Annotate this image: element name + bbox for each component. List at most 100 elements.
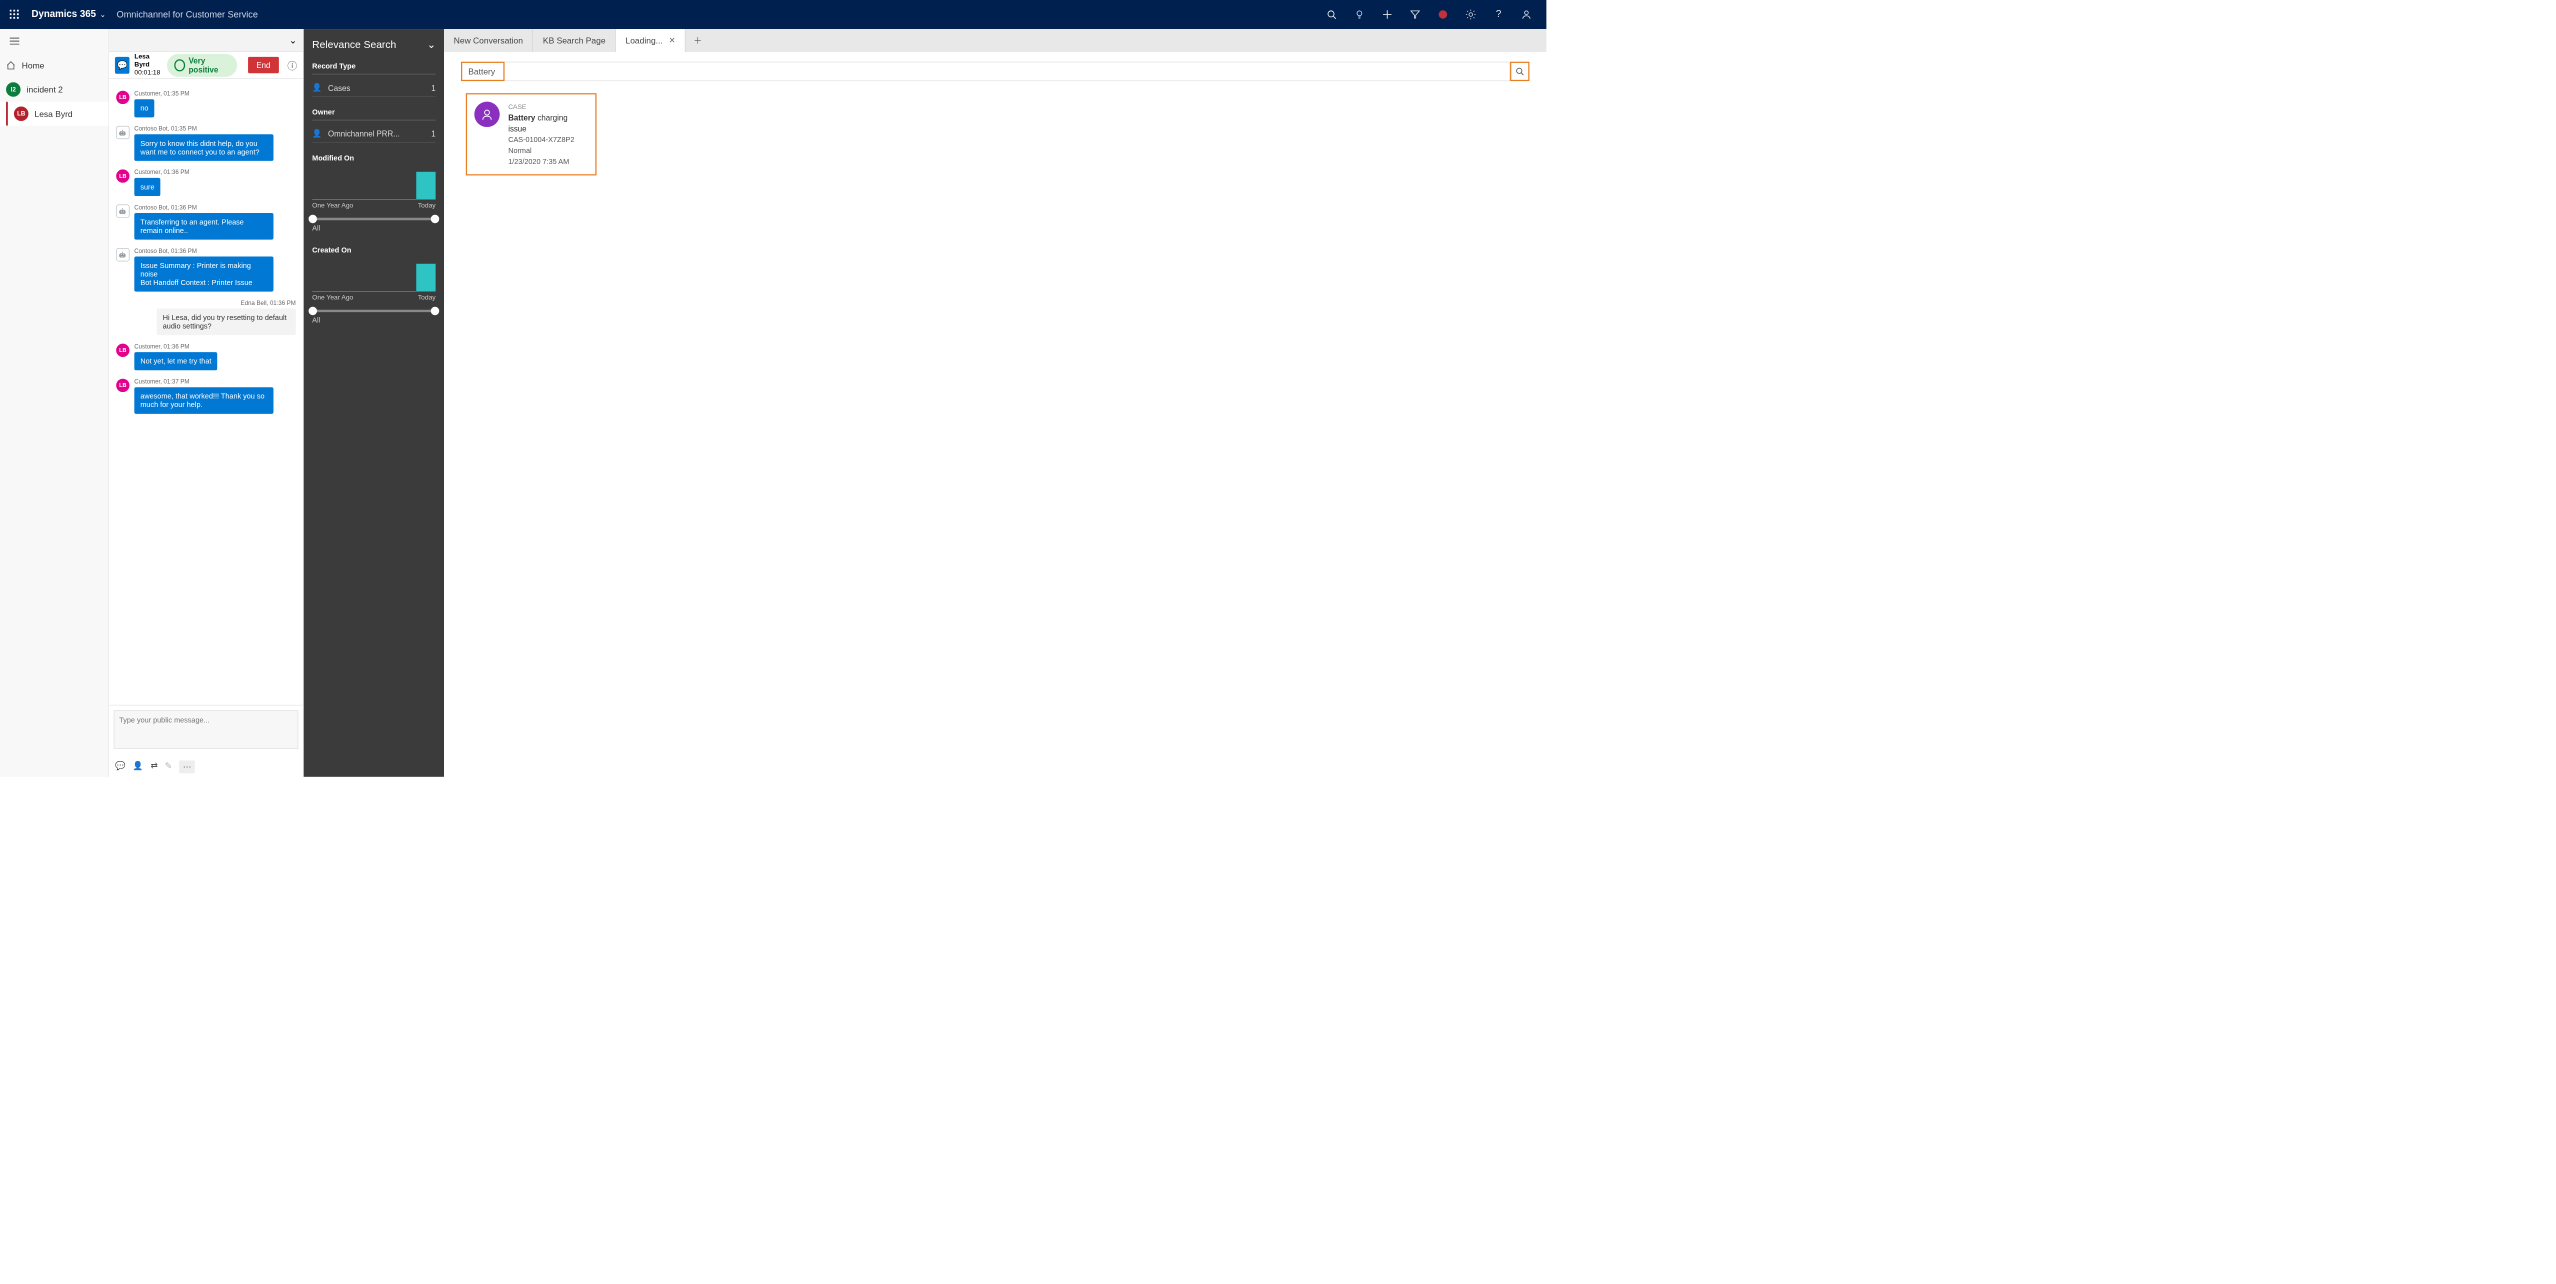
msg-meta: Customer, 01:37 PM: [134, 379, 273, 386]
search-area: Battery CASE Battery charging issue CAS-…: [444, 52, 1546, 197]
app-launcher-icon[interactable]: [6, 6, 23, 23]
avatar: LB: [116, 344, 129, 357]
facet-count: 1: [431, 83, 435, 92]
msg-meta: Customer, 01:36 PM: [134, 344, 217, 351]
result-date: 1/23/2020 7:35 AM: [508, 156, 588, 167]
msg-text: Not yet, let me try that: [134, 352, 217, 370]
end-button[interactable]: End: [248, 57, 279, 73]
search-result-card[interactable]: CASE Battery charging issue CAS-01004-X7…: [466, 93, 597, 175]
user-icon: 👤: [312, 129, 322, 139]
msg-text: Transferring to an agent. Please remain …: [134, 213, 273, 240]
more-icon[interactable]: ⋯: [179, 760, 195, 773]
nav-session-lesa[interactable]: LB Lesa Byrd: [0, 102, 108, 126]
incident-badge: I2: [6, 82, 21, 97]
nav-incident[interactable]: I2 incident 2: [0, 77, 108, 101]
consult-icon[interactable]: 👤: [133, 760, 144, 773]
created-all: All: [312, 316, 435, 324]
facet-cases[interactable]: 👤Cases 1: [312, 79, 435, 97]
avatar: LB: [14, 106, 29, 121]
transfer-icon[interactable]: ⇄: [151, 760, 158, 773]
presence-indicator[interactable]: [1429, 0, 1457, 29]
chat-msg: LB Customer, 01:35 PMno: [116, 91, 296, 118]
msg-meta: Contoso Bot, 01:36 PM: [134, 204, 273, 211]
facet-count: 1: [431, 129, 435, 138]
chat-msg: LBCustomer, 01:36 PMsure: [116, 169, 296, 196]
search-icon[interactable]: [1318, 0, 1346, 29]
help-icon[interactable]: ?: [1485, 0, 1513, 29]
gear-icon[interactable]: [1457, 0, 1485, 29]
msg-text: no: [134, 99, 154, 117]
hamburger-icon[interactable]: [0, 29, 108, 53]
conversation-header: 💬 Lesa Byrd 00:01:18 Very positive End ⓘ: [109, 52, 303, 79]
tab-kb-search[interactable]: KB Search Page: [533, 29, 616, 52]
facet-label: Omnichannel PRR...: [328, 129, 400, 138]
created-chart: [312, 264, 435, 292]
bot-icon: 🤖: [116, 204, 129, 217]
relevance-heading[interactable]: Relevance Search ⌄: [312, 39, 435, 51]
msg-meta: Customer, 01:35 PM: [134, 91, 189, 98]
chat-msg: 🤖Contoso Bot, 01:36 PMIssue Summary : Pr…: [116, 248, 296, 292]
axis-right: Today: [418, 294, 436, 301]
axis-right: Today: [418, 202, 436, 209]
session-timer: 00:01:18: [134, 69, 162, 77]
chat-icon: 💬: [115, 57, 130, 74]
relevance-title: Relevance Search: [312, 39, 396, 51]
chat-msg: 🤖Contoso Bot, 01:35 PMSorry to know this…: [116, 126, 296, 161]
msg-meta: Edna Bell, 01:36 PM: [157, 300, 296, 307]
message-input[interactable]: [114, 710, 299, 749]
compose-area: 💬 👤 ⇄ ✎ ⋯: [109, 705, 303, 777]
home-icon: [6, 61, 16, 71]
avatar: LB: [116, 379, 129, 392]
relevance-panel: Relevance Search ⌄ Record Type 👤Cases 1 …: [304, 29, 444, 777]
search-button[interactable]: [1510, 62, 1529, 81]
add-tab-button[interactable]: ＋: [686, 29, 710, 52]
session-tab-dropdown[interactable]: ⌄: [109, 29, 303, 52]
created-slider[interactable]: [312, 310, 435, 312]
chat-msg: LBCustomer, 01:37 PMawesome, that worked…: [116, 379, 296, 414]
msg-text: Sorry to know this didnt help, do you wa…: [134, 134, 273, 161]
lightbulb-icon[interactable]: [1346, 0, 1374, 29]
brand[interactable]: Dynamics 365: [31, 9, 96, 20]
result-number: CAS-01004-X7Z8P2: [508, 134, 588, 145]
tab-bar: New Conversation KB Search Page Loading.…: [444, 29, 1546, 52]
avatar: LB: [116, 91, 129, 104]
chevron-down-icon[interactable]: ⌄: [100, 10, 106, 18]
tab-label: New Conversation: [454, 36, 523, 46]
topbar-tools: ?: [1318, 0, 1541, 29]
modified-all: All: [312, 224, 435, 232]
tab-loading[interactable]: Loading... ✕: [616, 29, 686, 52]
tab-label: Loading...: [626, 36, 663, 46]
result-title: Battery charging issue: [508, 113, 588, 135]
created-label: Created On: [312, 246, 435, 258]
chevron-down-icon: ⌄: [427, 39, 436, 51]
close-icon[interactable]: ✕: [669, 36, 676, 46]
user-icon: 👤: [312, 83, 322, 93]
result-kind: CASE: [508, 102, 588, 113]
plus-icon[interactable]: [1373, 0, 1401, 29]
customer-name: Lesa Byrd: [134, 53, 162, 69]
facet-owner[interactable]: 👤 Omnichannel PRR... 1: [312, 125, 435, 143]
result-body: CASE Battery charging issue CAS-01004-X7…: [508, 102, 588, 167]
modified-label: Modified On: [312, 154, 435, 166]
search-input[interactable]: Battery: [461, 62, 505, 81]
notes-icon[interactable]: ✎: [165, 760, 172, 773]
user-icon[interactable]: [1513, 0, 1541, 29]
main-panel: New Conversation KB Search Page Loading.…: [444, 29, 1546, 777]
left-nav: Home I2 incident 2 LB Lesa Byrd: [0, 29, 109, 777]
nav-home[interactable]: Home: [0, 53, 108, 77]
msg-text: Hi Lesa, did you try resetting to defaul…: [157, 309, 296, 336]
msg-text: Issue Summary : Printer is making noise …: [134, 257, 273, 292]
filter-icon[interactable]: [1401, 0, 1429, 29]
search-row: Battery: [461, 62, 1529, 81]
avatar: LB: [116, 169, 129, 182]
msg-text: sure: [134, 178, 160, 196]
topbar: Dynamics 365 ⌄ Omnichannel for Customer …: [0, 0, 1546, 29]
conversation-panel: ⌄ 💬 Lesa Byrd 00:01:18 Very positive End…: [109, 29, 304, 777]
record-type-label: Record Type: [312, 62, 435, 75]
info-icon[interactable]: ⓘ: [287, 58, 297, 73]
chat-transcript: LBCustomer, 01:35 PMno 🤖Contoso Bot, 01:…: [109, 79, 303, 705]
quick-reply-icon[interactable]: 💬: [115, 760, 126, 773]
modified-slider[interactable]: [312, 218, 435, 220]
tab-new-conversation[interactable]: New Conversation: [444, 29, 533, 52]
search-gap[interactable]: [505, 62, 1511, 81]
